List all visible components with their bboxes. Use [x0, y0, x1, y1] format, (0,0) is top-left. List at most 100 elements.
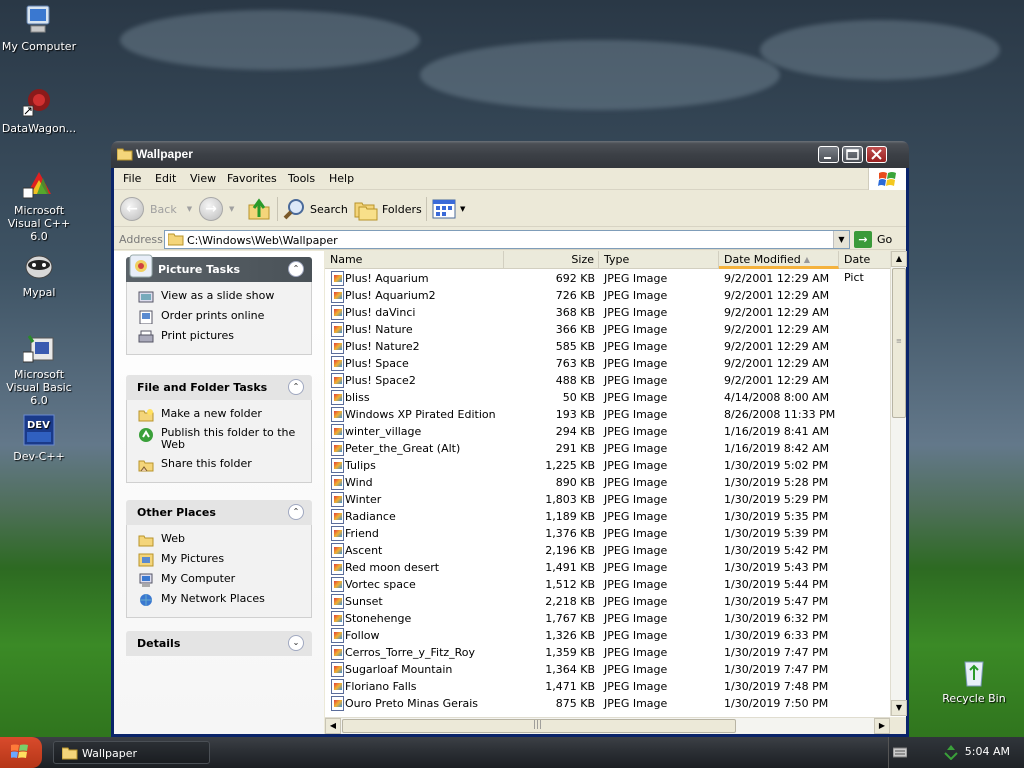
- table-row[interactable]: Windows XP Pirated Edition 193 KB JPEG Ima…: [325, 406, 890, 423]
- task-print-pictures[interactable]: Print pictures: [127, 328, 311, 348]
- table-row[interactable]: Sugarloaf Mountain 1,364 KB JPEG Image 1/30…: [325, 661, 890, 678]
- table-row[interactable]: Ascent 2,196 KB JPEG Image 1/30/2019 5:42 P…: [325, 542, 890, 559]
- jpeg-file-icon: [331, 475, 344, 490]
- table-row[interactable]: Tulips 1,225 KB JPEG Image 1/30/2019 5:02 P…: [325, 457, 890, 474]
- details-header[interactable]: Details ⌄: [126, 631, 312, 656]
- table-row[interactable]: Plus! Space2 488 KB JPEG Image 9/2/2001 12:…: [325, 372, 890, 389]
- collapse-chevron-icon[interactable]: ⌃: [288, 504, 304, 520]
- vertical-scrollbar[interactable]: ▲ ≡ ▼: [890, 251, 907, 716]
- cell-date: 8/26/2008 11:33 PM: [724, 408, 836, 421]
- back-arrow-icon: ←: [120, 197, 144, 221]
- desktop-icon-mypal[interactable]: Mypal: [0, 250, 79, 299]
- address-input[interactable]: C:\Windows\Web\Wallpaper ▼: [164, 230, 850, 249]
- other-places-header[interactable]: Other Places ⌃: [126, 500, 312, 525]
- column-header-date-picture[interactable]: Date Pict: [839, 251, 890, 284]
- taskbar-window-button[interactable]: Wallpaper: [53, 741, 210, 764]
- vertical-scroll-thumb[interactable]: ≡: [892, 268, 906, 418]
- cell-size: 875 KB: [555, 697, 595, 710]
- table-row[interactable]: Friend 1,376 KB JPEG Image 1/30/2019 5:39 P…: [325, 525, 890, 542]
- scroll-right-arrow-icon[interactable]: ▶: [874, 718, 890, 734]
- scroll-down-arrow-icon[interactable]: ▼: [891, 700, 907, 716]
- desktop-icon-datawagon[interactable]: DataWagon...: [0, 86, 79, 135]
- table-row[interactable]: Red moon desert 1,491 KB JPEG Image 1/30/20…: [325, 559, 890, 576]
- visual-basic-icon: [22, 332, 55, 364]
- menu-edit[interactable]: Edit: [155, 172, 176, 185]
- close-button[interactable]: [866, 146, 887, 163]
- cell-type: JPEG Image: [604, 663, 668, 676]
- column-header-date-modified[interactable]: Date Modified ▲: [719, 251, 839, 269]
- file-folder-tasks-header[interactable]: File and Folder Tasks ⌃: [126, 375, 312, 400]
- forward-dropdown-icon[interactable]: ▼: [229, 205, 234, 213]
- task-publish-folder[interactable]: Publish this folder to the Web: [127, 426, 311, 456]
- table-row[interactable]: Winter 1,803 KB JPEG Image 1/30/2019 5:29 P…: [325, 491, 890, 508]
- forward-button[interactable]: → ▼: [199, 197, 234, 221]
- back-dropdown-icon[interactable]: ▼: [187, 205, 192, 213]
- task-label: Make a new folder: [161, 407, 262, 420]
- place-web[interactable]: Web: [127, 531, 311, 551]
- column-header-name[interactable]: Name: [325, 251, 504, 269]
- place-my-pictures[interactable]: My Pictures: [127, 551, 311, 571]
- column-header-size[interactable]: Size: [504, 251, 599, 269]
- menu-help[interactable]: Help: [329, 172, 354, 185]
- menu-file[interactable]: File: [123, 172, 141, 185]
- task-slide-show[interactable]: View as a slide show: [127, 288, 311, 308]
- table-row[interactable]: Plus! Nature2 585 KB JPEG Image 9/2/2001 12…: [325, 338, 890, 355]
- menu-view[interactable]: View: [190, 172, 216, 185]
- views-button[interactable]: ▼: [432, 197, 465, 221]
- table-row[interactable]: Plus! Space 763 KB JPEG Image 9/2/2001 12:2…: [325, 355, 890, 372]
- cell-date: 9/2/2001 12:29 AM: [724, 374, 830, 387]
- table-row[interactable]: Plus! Aquarium 692 KB JPEG Image 9/2/2001 1…: [325, 270, 890, 287]
- desktop-icon-my-computer[interactable]: My Computer: [0, 4, 79, 53]
- place-my-network-places[interactable]: My Network Places: [127, 591, 311, 611]
- collapse-chevron-icon[interactable]: ⌃: [288, 379, 304, 395]
- toolbar-separator: [426, 197, 427, 221]
- table-row[interactable]: Plus! Aquarium2 726 KB JPEG Image 9/2/2001 …: [325, 287, 890, 304]
- folders-button[interactable]: Folders: [354, 197, 422, 221]
- table-row[interactable]: Radiance 1,189 KB JPEG Image 1/30/2019 5:35…: [325, 508, 890, 525]
- back-button[interactable]: ← Back ▼: [120, 197, 192, 221]
- scroll-left-arrow-icon[interactable]: ◀: [325, 718, 341, 734]
- desktop-icon-visual-basic[interactable]: Microsoft Visual Basic 6.0: [0, 332, 79, 407]
- table-row[interactable]: Floriano Falls 1,471 KB JPEG Image 1/30/201…: [325, 678, 890, 695]
- cell-date: 1/30/2019 5:28 PM: [724, 476, 829, 489]
- up-folder-button[interactable]: [247, 197, 271, 221]
- table-row[interactable]: Cerros_Torre_y_Fitz_Roy 1,359 KB JPEG Imag…: [325, 644, 890, 661]
- menu-favorites[interactable]: Favorites: [227, 172, 277, 185]
- title-bar[interactable]: Wallpaper: [111, 141, 909, 168]
- horizontal-scrollbar[interactable]: ◀ ||| ▶: [325, 717, 890, 734]
- table-row[interactable]: Vortec space 1,512 KB JPEG Image 1/30/2019 …: [325, 576, 890, 593]
- collapse-chevron-icon[interactable]: ⌃: [288, 261, 304, 277]
- minimize-button[interactable]: [818, 146, 839, 163]
- place-my-computer[interactable]: My Computer: [127, 571, 311, 591]
- table-row[interactable]: Plus! daVinci 368 KB JPEG Image 9/2/2001 12…: [325, 304, 890, 321]
- table-row[interactable]: Ouro Preto Minas Gerais 875 KB JPEG Image 1…: [325, 695, 890, 712]
- task-share-folder[interactable]: Share this folder: [127, 456, 311, 476]
- address-dropdown-icon[interactable]: ▼: [833, 231, 849, 248]
- task-order-prints[interactable]: Order prints online: [127, 308, 311, 328]
- desktop-icon-dev-cpp[interactable]: DEV Dev-C++: [0, 414, 79, 463]
- table-row[interactable]: Peter_the_Great (Alt) 291 KB JPEG Image 1/1…: [325, 440, 890, 457]
- column-header-type[interactable]: Type: [599, 251, 719, 269]
- search-button[interactable]: Search: [282, 197, 348, 221]
- table-row[interactable]: Wind 890 KB JPEG Image 1/30/2019 5:28 PM: [325, 474, 890, 491]
- table-row[interactable]: Follow 1,326 KB JPEG Image 1/30/2019 6:33 P…: [325, 627, 890, 644]
- table-row[interactable]: winter_village 294 KB JPEG Image 1/16/2019 …: [325, 423, 890, 440]
- keyboard-icon[interactable]: [893, 746, 907, 758]
- recycle-tray-icon[interactable]: [943, 744, 959, 760]
- picture-tasks-header[interactable]: Picture Tasks ⌃: [126, 254, 312, 282]
- size-grip[interactable]: [890, 717, 906, 734]
- table-row[interactable]: Plus! Nature 366 KB JPEG Image 9/2/2001 12:…: [325, 321, 890, 338]
- start-button[interactable]: [0, 737, 42, 768]
- desktop-icon-recycle-bin[interactable]: Recycle Bin: [934, 656, 1014, 705]
- go-button[interactable]: → Go: [854, 230, 904, 249]
- task-new-folder[interactable]: Make a new folder: [127, 406, 311, 426]
- table-row[interactable]: Stonehenge 1,767 KB JPEG Image 1/30/2019 6:…: [325, 610, 890, 627]
- menu-tools[interactable]: Tools: [288, 172, 315, 185]
- table-row[interactable]: bliss 50 KB JPEG Image 4/14/2008 8:00 AM: [325, 389, 890, 406]
- table-row[interactable]: Sunset 2,218 KB JPEG Image 1/30/2019 5:47 P…: [325, 593, 890, 610]
- horizontal-scroll-thumb[interactable]: |||: [342, 719, 736, 733]
- maximize-button[interactable]: [842, 146, 863, 163]
- scroll-up-arrow-icon[interactable]: ▲: [891, 251, 907, 267]
- desktop-icon-visual-cpp[interactable]: Microsoft Visual C++ 6.0: [0, 168, 79, 243]
- expand-chevron-icon[interactable]: ⌄: [288, 635, 304, 651]
